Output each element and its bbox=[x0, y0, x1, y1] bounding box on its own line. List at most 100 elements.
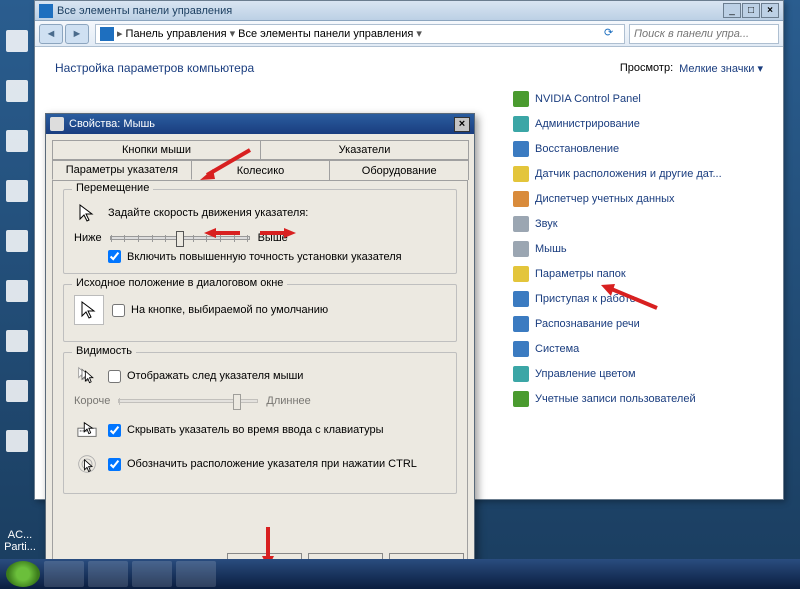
desktop-shortcut[interactable] bbox=[6, 180, 28, 202]
hide-typing-icon bbox=[74, 417, 100, 443]
item-label: Звук bbox=[535, 218, 558, 230]
close-button[interactable]: × bbox=[761, 3, 779, 18]
item-label: Параметры папок bbox=[535, 268, 626, 280]
taskbar[interactable] bbox=[0, 559, 800, 589]
item-label: Восстановление bbox=[535, 143, 619, 155]
item-label: Система bbox=[535, 343, 579, 355]
window-titlebar[interactable]: Все элементы панели управления _ □ × bbox=[35, 1, 783, 21]
pointer-trails-checkbox[interactable]: Отображать след указателя мыши bbox=[108, 370, 303, 383]
control-panel-item[interactable]: Восстановление bbox=[513, 141, 763, 157]
forward-button[interactable]: ► bbox=[65, 24, 89, 44]
breadcrumb-part[interactable]: Все элементы панели управления bbox=[238, 28, 413, 40]
search-input[interactable] bbox=[629, 24, 779, 44]
breadcrumb-part[interactable]: Панель управления bbox=[126, 28, 227, 40]
taskbar-pinned-app[interactable] bbox=[176, 561, 216, 587]
control-panel-item[interactable]: Распознавание речи bbox=[513, 316, 763, 332]
taskbar-pinned-app[interactable] bbox=[44, 561, 84, 587]
item-icon bbox=[513, 266, 529, 282]
item-icon bbox=[513, 91, 529, 107]
item-icon bbox=[513, 391, 529, 407]
item-icon bbox=[513, 291, 529, 307]
group-snap-to: Исходное положение в диалоговом окне На … bbox=[63, 284, 457, 342]
snap-to-icon bbox=[74, 295, 104, 325]
desktop-shortcut[interactable] bbox=[6, 130, 28, 152]
group-visibility: Видимость Отображать след указателя мыши… bbox=[63, 352, 457, 494]
desktop-shortcut[interactable] bbox=[6, 30, 28, 52]
item-icon bbox=[513, 141, 529, 157]
pointer-speed-slider[interactable]: Ниже Выше bbox=[74, 232, 446, 244]
slider-label-slow: Ниже bbox=[74, 232, 102, 244]
checkbox-input[interactable] bbox=[108, 424, 121, 437]
slider-thumb bbox=[233, 394, 241, 410]
page-heading: Настройка параметров компьютера bbox=[55, 61, 254, 75]
control-panel-item[interactable]: Система bbox=[513, 341, 763, 357]
start-button[interactable] bbox=[6, 561, 40, 587]
control-panel-items-column: NVIDIA Control Panel Администрирование Вос… bbox=[513, 91, 763, 407]
control-panel-item[interactable]: Параметры папок bbox=[513, 266, 763, 282]
slider-label-long: Длиннее bbox=[266, 395, 310, 407]
tab-hardware[interactable]: Оборудование bbox=[329, 160, 469, 180]
item-label: Управление цветом bbox=[535, 368, 636, 380]
dialog-titlebar[interactable]: Свойства: Мышь × bbox=[46, 114, 474, 134]
group-legend: Исходное положение в диалоговом окне bbox=[72, 277, 287, 289]
checkbox-input[interactable] bbox=[108, 458, 121, 471]
view-dropdown[interactable]: Мелкие значки ▾ bbox=[679, 62, 763, 75]
taskbar-pinned-app[interactable] bbox=[88, 561, 128, 587]
checkbox-input[interactable] bbox=[108, 250, 121, 263]
maximize-button[interactable]: □ bbox=[742, 3, 760, 18]
item-label: Приступая к работе bbox=[535, 293, 636, 305]
desktop-shortcut[interactable] bbox=[6, 80, 28, 102]
tab-pointer-options[interactable]: Параметры указателя bbox=[52, 160, 192, 180]
control-panel-icon bbox=[100, 27, 114, 41]
control-panel-item[interactable]: Приступая к работе bbox=[513, 291, 763, 307]
item-label: NVIDIA Control Panel bbox=[535, 93, 641, 105]
checkbox-input[interactable] bbox=[108, 370, 121, 383]
control-panel-item[interactable]: Мышь bbox=[513, 241, 763, 257]
group-legend: Перемещение bbox=[72, 182, 153, 194]
slider-thumb[interactable] bbox=[176, 231, 184, 247]
item-icon bbox=[513, 216, 529, 232]
ctrl-locate-checkbox[interactable]: Обозначить расположение указателя при на… bbox=[108, 458, 417, 471]
item-label: Датчик расположения и другие дат... bbox=[535, 168, 722, 180]
control-panel-item[interactable]: Администрирование bbox=[513, 116, 763, 132]
group-motion: Перемещение Задайте скорость движения ук… bbox=[63, 189, 457, 274]
enhance-precision-checkbox[interactable]: Включить повышенную точность установки у… bbox=[108, 250, 446, 263]
desktop-icons bbox=[0, 0, 34, 589]
hide-while-typing-checkbox[interactable]: Скрывать указатель во время ввода с клав… bbox=[108, 424, 384, 437]
trail-length-slider: Короче Длиннее bbox=[74, 395, 446, 407]
window-title: Все элементы панели управления bbox=[57, 5, 723, 17]
tab-buttons[interactable]: Кнопки мыши bbox=[52, 140, 261, 160]
minimize-button[interactable]: _ bbox=[723, 3, 741, 18]
control-panel-item[interactable]: Учетные записи пользователей bbox=[513, 391, 763, 407]
control-panel-item[interactable]: NVIDIA Control Panel bbox=[513, 91, 763, 107]
control-panel-item[interactable]: Датчик расположения и другие дат... bbox=[513, 166, 763, 182]
speed-label: Задайте скорость движения указателя: bbox=[108, 207, 308, 219]
desktop-shortcut[interactable] bbox=[6, 230, 28, 252]
desktop-shortcut[interactable] bbox=[6, 280, 28, 302]
desktop-shortcut[interactable] bbox=[6, 330, 28, 352]
tab-wheel[interactable]: Колесико bbox=[191, 160, 331, 180]
item-icon bbox=[513, 241, 529, 257]
dialog-title: Свойства: Мышь bbox=[69, 118, 454, 130]
control-panel-item[interactable]: Управление цветом bbox=[513, 366, 763, 382]
item-icon bbox=[513, 366, 529, 382]
item-icon bbox=[513, 166, 529, 182]
snap-to-checkbox[interactable]: На кнопке, выбираемой по умолчанию bbox=[112, 304, 328, 317]
breadcrumb[interactable]: ▸ Панель управления ▾ Все элементы панел… bbox=[95, 24, 625, 44]
checkbox-input[interactable] bbox=[112, 304, 125, 317]
refresh-icon[interactable]: ⟳ bbox=[604, 26, 620, 42]
group-legend: Видимость bbox=[72, 345, 136, 357]
control-panel-item[interactable]: Диспетчер учетных данных bbox=[513, 191, 763, 207]
desktop-shortcut[interactable] bbox=[6, 380, 28, 402]
ctrl-locate-icon bbox=[74, 451, 100, 477]
item-label: Учетные записи пользователей bbox=[535, 393, 696, 405]
mouse-properties-dialog: Свойства: Мышь × Кнопки мыши Указатели П… bbox=[45, 113, 475, 583]
desktop-shortcut[interactable] bbox=[6, 430, 28, 452]
taskbar-pinned-app[interactable] bbox=[132, 561, 172, 587]
dialog-close-button[interactable]: × bbox=[454, 117, 470, 132]
back-button[interactable]: ◄ bbox=[39, 24, 63, 44]
control-panel-item[interactable]: Звук bbox=[513, 216, 763, 232]
item-label: Распознавание речи bbox=[535, 318, 640, 330]
tabs-container: Кнопки мыши Указатели Параметры указател… bbox=[46, 134, 474, 180]
tab-pointers[interactable]: Указатели bbox=[260, 140, 469, 160]
